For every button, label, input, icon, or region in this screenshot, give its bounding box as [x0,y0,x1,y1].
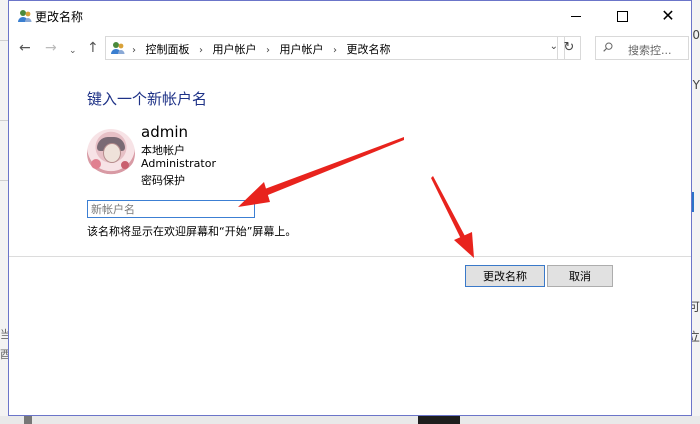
flower-icon [121,161,129,169]
back-button[interactable]: ← [19,40,31,56]
chevron-right-icon[interactable]: › [199,45,203,56]
search-icon [603,42,613,52]
avatar [87,129,135,177]
title-bar[interactable]: 更改名称 ✕ [9,1,691,31]
background-glyph: Y [692,78,700,92]
refresh-button[interactable]: ↻ [557,36,581,60]
flower-icon [91,159,101,169]
account-protection: 密码保护 [141,174,185,187]
recent-locations-button[interactable]: ⌄ [69,43,77,59]
chevron-right-icon[interactable]: › [333,45,337,56]
taskbar-fragment [0,416,700,424]
new-account-name-input[interactable] [87,200,255,218]
name-hint: 该名称将显示在欢迎屏幕和“开始”屏幕上。 [87,225,297,238]
address-bar[interactable]: › 控制面板 › 用户帐户 › 用户帐户 › 更改名称 ⌄ [105,36,565,60]
navigation-bar: ← → ⌄ ↑ › 控制面板 › 用户帐户 › 用户帐户 › 更改名称 ⌄ ↻ [9,32,691,64]
background-selection [692,192,700,212]
background-window-left: 当 酉 [0,0,11,424]
breadcrumb-item-user-accounts-sub[interactable]: 用户帐户 [280,43,324,56]
background-line [0,120,8,121]
account-role: Administrator [141,157,216,170]
breadcrumb: › 控制面板 › 用户帐户 › 用户帐户 › 更改名称 [132,41,397,57]
minimize-icon [571,15,581,17]
background-glyph: 0 [692,28,700,42]
avatar-face [103,143,121,163]
cancel-button[interactable]: 取消 [547,265,613,287]
close-icon: ✕ [661,6,675,25]
user-name: admin [141,123,188,141]
users-icon [111,42,125,54]
search-placeholder: 搜索控... [628,44,672,57]
account-type: 本地帐户 [141,144,185,157]
background-window-right: 0 Y 可 立 [688,0,700,424]
chevron-right-icon[interactable]: › [132,45,136,56]
forward-button[interactable]: → [45,40,57,56]
close-button[interactable]: ✕ [645,1,691,31]
maximize-icon [616,10,628,22]
search-box[interactable]: 搜索控... [595,36,689,60]
page-heading: 键入一个新帐户名 [87,90,208,108]
users-icon [18,10,32,22]
maximize-button[interactable] [599,1,645,31]
window-title: 更改名称 [35,10,84,24]
breadcrumb-item-user-accounts[interactable]: 用户帐户 [213,43,257,56]
divider [9,256,691,257]
minimize-button[interactable] [553,1,599,31]
chevron-right-icon[interactable]: › [266,45,270,56]
background-line [0,40,8,41]
up-button[interactable]: ↑ [87,40,99,56]
breadcrumb-item-rename[interactable]: 更改名称 [347,43,391,56]
taskbar-item [418,416,460,424]
background-line [0,180,8,181]
taskbar-item [24,416,32,424]
breadcrumb-item-control-panel[interactable]: 控制面板 [146,43,190,56]
rename-button[interactable]: 更改名称 [465,265,545,287]
rename-account-window: 更改名称 ✕ ← → ⌄ ↑ › 控制面板 › 用户帐户 › 用户帐户 › 更改… [8,0,692,416]
